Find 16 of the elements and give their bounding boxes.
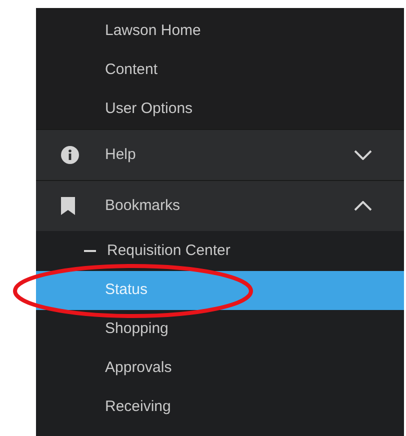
chevron-down-icon: [354, 150, 372, 160]
section-header[interactable]: Help: [36, 129, 404, 180]
menu-link[interactable]: Lawson Home: [36, 12, 404, 51]
menu-link[interactable]: User Options: [36, 90, 404, 129]
section-header[interactable]: Bookmarks: [36, 180, 404, 231]
section-title: Help: [105, 144, 137, 165]
info-icon: [61, 146, 79, 164]
bookmark-item[interactable]: Receiving: [36, 388, 404, 427]
group-header[interactable]: Requisition Center: [36, 231, 404, 271]
chevron-up-icon: [354, 201, 372, 211]
group-title: Requisition Center: [107, 240, 230, 261]
bookmark-item[interactable]: Shopping: [36, 310, 404, 349]
section-title: Bookmarks: [105, 196, 182, 216]
bookmark-icon: [61, 197, 75, 215]
bookmark-item[interactable]: Approvals: [36, 349, 404, 388]
menu-link[interactable]: Content: [36, 51, 404, 90]
